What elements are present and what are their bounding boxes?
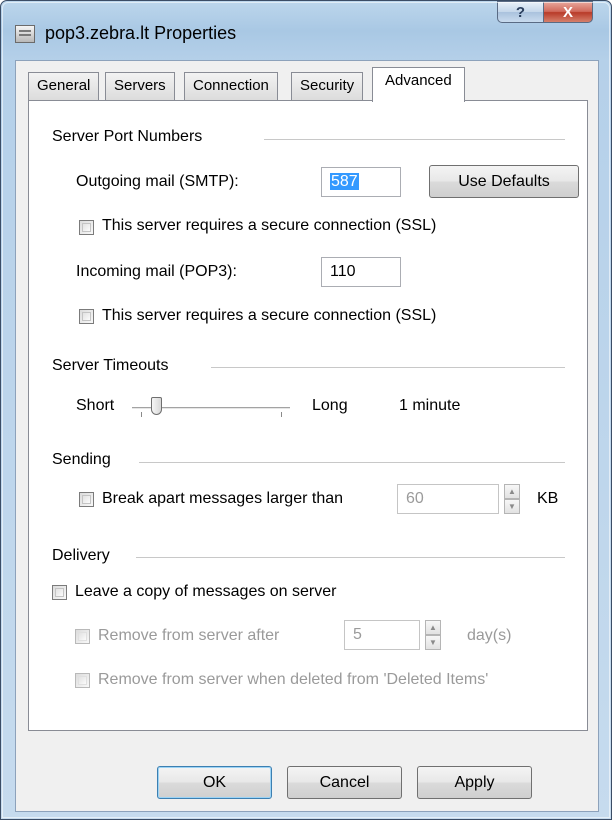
server-port-numbers-heading: Server Port Numbers bbox=[52, 128, 203, 145]
delivery-heading: Delivery bbox=[52, 547, 110, 564]
leave-copy-label: Leave a copy of messages on server bbox=[75, 583, 337, 600]
remove-deleted-label: Remove from server when deleted from 'De… bbox=[98, 671, 489, 688]
smtp-ssl-checkbox[interactable] bbox=[79, 220, 94, 235]
break-apart-size-spinner[interactable]: ▲ ▼ bbox=[504, 484, 520, 514]
pop3-ssl-label: This server requires a secure connection… bbox=[102, 307, 437, 324]
properties-window: pop3.zebra.lt Properties ? X General Ser… bbox=[0, 0, 612, 820]
timeout-value: 1 minute bbox=[399, 397, 461, 414]
timeout-long-label: Long bbox=[312, 397, 348, 414]
remove-after-unit-label: day(s) bbox=[467, 627, 512, 644]
remove-after-days-input[interactable]: 5 bbox=[344, 620, 420, 650]
break-apart-checkbox[interactable] bbox=[79, 492, 94, 507]
slider-tick bbox=[141, 412, 142, 417]
smtp-port-value: 587 bbox=[330, 173, 359, 190]
smtp-port-input[interactable]: 587 bbox=[321, 167, 401, 197]
spin-up-arrow-icon[interactable]: ▲ bbox=[504, 484, 520, 499]
break-apart-label: Break apart messages larger than bbox=[102, 490, 344, 507]
remove-after-label: Remove from server after bbox=[98, 627, 280, 644]
use-defaults-button[interactable]: Use Defaults bbox=[429, 165, 579, 198]
break-apart-size-input[interactable]: 60 bbox=[397, 484, 499, 514]
incoming-mail-label: Incoming mail (POP3): bbox=[76, 263, 237, 280]
remove-after-days-spinner[interactable]: ▲ ▼ bbox=[425, 620, 441, 650]
group-divider bbox=[211, 367, 565, 368]
ok-button[interactable]: OK bbox=[157, 766, 272, 799]
apply-button[interactable]: Apply bbox=[417, 766, 532, 799]
group-divider bbox=[139, 462, 565, 463]
leave-copy-checkbox[interactable] bbox=[52, 585, 67, 600]
pop3-ssl-checkbox[interactable] bbox=[79, 309, 94, 324]
smtp-ssl-label: This server requires a secure connection… bbox=[102, 217, 437, 234]
timeout-short-label: Short bbox=[76, 397, 115, 414]
remove-after-checkbox[interactable] bbox=[75, 629, 90, 644]
remove-deleted-checkbox[interactable] bbox=[75, 673, 90, 688]
group-divider bbox=[136, 557, 565, 558]
sending-heading: Sending bbox=[52, 451, 111, 468]
group-divider bbox=[264, 139, 565, 140]
spin-up-arrow-icon[interactable]: ▲ bbox=[425, 620, 441, 635]
slider-tick bbox=[281, 412, 282, 417]
size-unit-label: KB bbox=[537, 490, 559, 507]
pop3-port-input[interactable]: 110 bbox=[321, 257, 401, 287]
server-timeouts-heading: Server Timeouts bbox=[52, 357, 169, 374]
spin-down-arrow-icon[interactable]: ▼ bbox=[425, 635, 441, 650]
outgoing-mail-label: Outgoing mail (SMTP): bbox=[76, 173, 239, 190]
cancel-button[interactable]: Cancel bbox=[287, 766, 402, 799]
spin-down-arrow-icon[interactable]: ▼ bbox=[504, 499, 520, 514]
timeout-slider-thumb[interactable] bbox=[151, 397, 162, 415]
